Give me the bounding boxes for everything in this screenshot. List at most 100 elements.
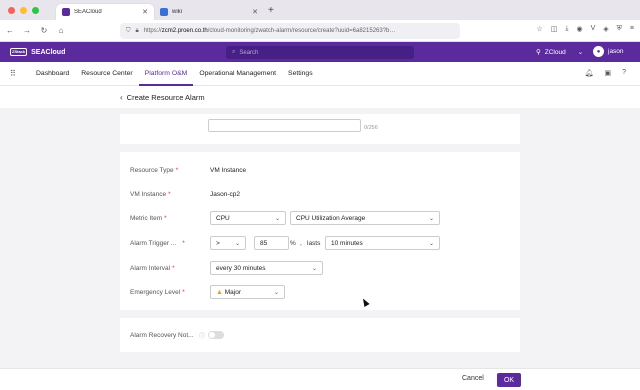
ok-button[interactable]: OK <box>497 373 521 387</box>
menu-icon[interactable]: ≡ <box>630 25 634 33</box>
alarm-trigger-label: Alarm Trigger ... * <box>130 239 185 247</box>
metric-category-value: CPU <box>216 214 230 222</box>
back-arrow-icon[interactable]: ← <box>3 26 17 35</box>
browser-tab-bar: SEACloud ✕ wiki ✕ + <box>0 0 640 20</box>
minimize-window-button[interactable] <box>20 6 27 14</box>
chevron-down-icon: ⌄ <box>577 49 584 56</box>
char-counter: 0/256 <box>364 125 378 131</box>
close-tab-icon[interactable]: ✕ <box>252 8 258 16</box>
notification-bell-icon[interactable]: 🔔︎ <box>585 69 594 77</box>
page-header: ‹ Create Resource Alarm <box>0 86 640 108</box>
back-chevron-icon[interactable]: ‹ <box>120 93 123 102</box>
chevron-down-icon: ⌄ <box>311 265 317 272</box>
nav-dashboard[interactable]: Dashboard <box>30 62 75 86</box>
close-window-button[interactable] <box>8 6 15 14</box>
tasks-icon[interactable]: ▣ <box>604 69 611 77</box>
nav-operational-management[interactable]: Operational Management <box>193 62 282 86</box>
tab-title: wiki <box>172 9 182 15</box>
browser-toolbar: ← → ↻ ⌂ ⛉ 🔒︎ https://zcm2.proen.co.th/cl… <box>0 20 640 42</box>
nav-settings[interactable]: Settings <box>282 62 319 86</box>
search-icon: ⌕ <box>232 49 236 55</box>
alarm-recovery-card: Alarm Recovery Not... ⓘ <box>120 318 520 352</box>
zone-label: ZCloud <box>544 48 566 56</box>
extension-v-icon[interactable]: V <box>591 25 596 33</box>
window-controls <box>8 6 56 14</box>
pocket-icon[interactable]: ◫ <box>551 25 558 33</box>
bookmark-star-icon[interactable]: ☆ <box>536 25 542 33</box>
emergency-level-row: Emergency Level * <box>130 285 210 299</box>
app-grid-icon[interactable]: ⠿ <box>10 69 30 78</box>
alarm-recovery-toggle[interactable] <box>208 331 224 339</box>
chevron-down-icon: ⌄ <box>274 215 280 222</box>
address-bar[interactable]: ⛉ 🔒︎ https://zcm2.proen.co.th/cloud-moni… <box>120 23 460 39</box>
description-textarea[interactable] <box>208 119 361 132</box>
new-tab-icon[interactable]: + <box>268 5 274 16</box>
alarm-interval-select[interactable]: every 30 minutes ⌄ <box>210 261 323 275</box>
shield-icon: ⛉ <box>126 27 131 34</box>
extension-icon[interactable]: ◈ <box>603 25 608 33</box>
brand-logo[interactable]: ZStack SEACloud <box>10 48 65 56</box>
metric-item-row: Metric Item * <box>130 211 210 225</box>
wiki-favicon-icon <box>160 8 168 16</box>
warning-triangle-icon: ▲ <box>216 288 223 296</box>
trigger-operator-select[interactable]: > ⌄ <box>210 236 246 250</box>
metric-item-label: Metric Item * <box>130 214 167 222</box>
global-search-input[interactable]: ⌕ Search <box>226 46 414 59</box>
nav-resource-center[interactable]: Resource Center <box>75 62 138 86</box>
reload-icon[interactable]: ↻ <box>37 26 51 35</box>
user-name: jason <box>608 48 624 55</box>
operator-value: > <box>216 239 220 247</box>
close-tab-icon[interactable]: ✕ <box>142 8 148 16</box>
location-pin-icon: ⚲ <box>536 49 541 56</box>
brand-name: SEACloud <box>31 48 66 56</box>
home-icon[interactable]: ⌂ <box>54 26 68 35</box>
page-title: Create Resource Alarm <box>126 92 205 102</box>
resource-type-label: Resource Type * <box>130 166 179 174</box>
metric-value: CPU Utilization Average <box>296 214 366 222</box>
alarm-recovery-label: Alarm Recovery Not... <box>130 331 194 339</box>
help-icon[interactable]: ? <box>622 69 626 77</box>
alarm-config-card: Resource Type * VM Instance VM Instance * … <box>120 152 520 310</box>
brand-mark: ZStack <box>10 48 28 56</box>
app-header: ZStack SEACloud ⌕ Search ⚲ ZCloud ⌄ ● ja… <box>0 42 640 62</box>
emergency-level-select[interactable]: ▲ Major ⌄ <box>210 285 285 299</box>
download-icon[interactable]: ⤓ <box>565 25 568 33</box>
metric-select[interactable]: CPU Utilization Average ⌄ <box>290 211 440 225</box>
vm-instance-row: VM Instance * Jason-cp2 <box>130 187 240 201</box>
alarm-trigger-row: Alarm Trigger ... * <box>130 236 210 250</box>
shield-extension-icon[interactable]: ⛨ <box>617 25 622 33</box>
vm-instance-label: VM Instance * <box>130 190 171 198</box>
seacloud-favicon-icon <box>62 8 70 16</box>
nav-platform-om[interactable]: Platform O&M <box>138 62 194 86</box>
resource-type-row: Resource Type * VM Instance <box>130 163 246 177</box>
tab-title: SEACloud <box>74 9 102 15</box>
chevron-down-icon: ⌄ <box>428 240 434 247</box>
sync-icon[interactable]: ◉ <box>576 25 582 33</box>
alarm-interval-label: Alarm Interval * <box>130 264 175 272</box>
vm-instance-value: Jason-cp2 <box>210 190 240 198</box>
info-icon[interactable]: ⓘ <box>199 331 205 340</box>
chevron-down-icon: ⌄ <box>428 215 434 222</box>
alarm-interval-row: Alarm Interval * <box>130 261 210 275</box>
unit-label: % <box>290 240 296 247</box>
cancel-button[interactable]: Cancel <box>462 375 484 382</box>
metric-category-select[interactable]: CPU ⌄ <box>210 211 286 225</box>
browser-tab-seacloud[interactable]: SEACloud ✕ <box>56 4 154 20</box>
comma-text: , <box>300 240 302 247</box>
emergency-level-display: ▲ Major <box>216 289 241 296</box>
search-placeholder: Search <box>239 49 259 56</box>
forward-arrow-icon[interactable]: → <box>20 26 34 35</box>
description-card: 0/256 <box>120 114 520 144</box>
lock-icon: 🔒︎ <box>135 27 139 34</box>
duration-select[interactable]: 10 minutes ⌄ <box>325 236 440 250</box>
threshold-input[interactable]: 85 <box>254 236 289 250</box>
emergency-level-value: Major <box>224 288 242 296</box>
form-footer: Cancel OK <box>0 368 640 390</box>
chevron-down-icon: ⌄ <box>234 240 240 247</box>
chevron-down-icon: ⌄ <box>273 289 279 296</box>
user-menu[interactable]: ● jason <box>593 46 624 57</box>
maximize-window-button[interactable] <box>32 6 39 14</box>
browser-tab-wiki[interactable]: wiki ✕ <box>154 4 264 20</box>
zone-selector[interactable]: ⚲ ZCloud ⌄ <box>536 48 584 57</box>
resource-type-value: VM Instance <box>210 166 247 174</box>
